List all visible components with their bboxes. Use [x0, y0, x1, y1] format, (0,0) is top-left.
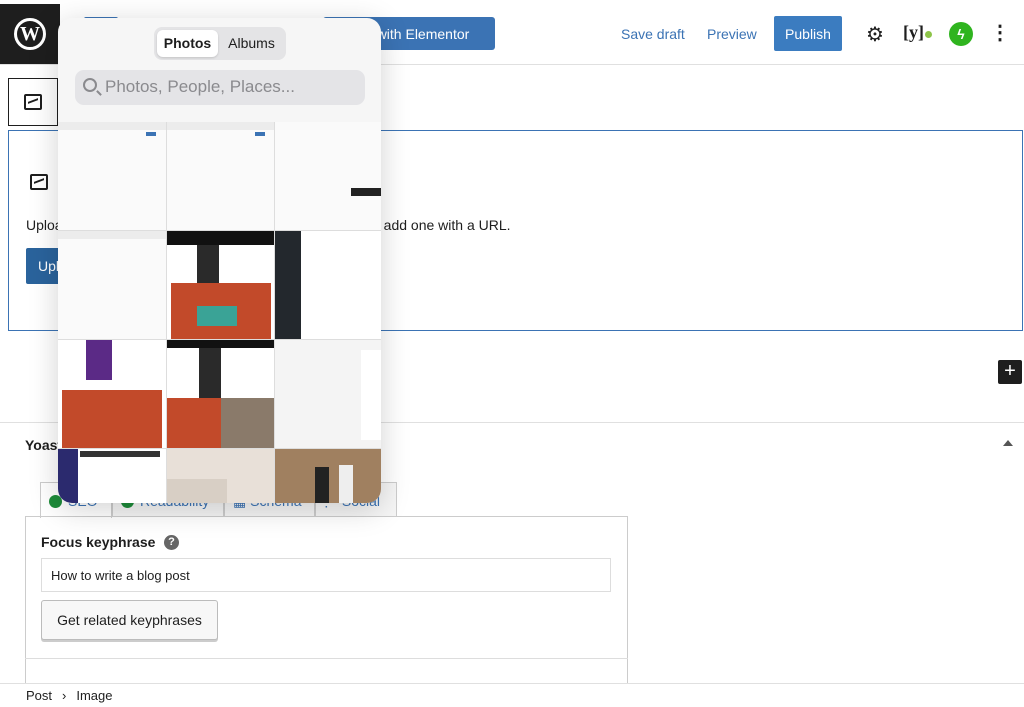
- photo-thumbnail[interactable]: [167, 449, 274, 503]
- preview-link[interactable]: Preview: [707, 26, 757, 42]
- photos-search-input[interactable]: Photos, People, Places...: [75, 70, 365, 105]
- photos-picker-popup: Photos Albums Photos, People, Places...: [58, 18, 381, 503]
- photo-thumbnail[interactable]: [275, 449, 381, 503]
- photo-thumbnail[interactable]: [58, 340, 166, 448]
- breadcrumb-post[interactable]: Post: [26, 688, 52, 703]
- get-related-keyphrases-button[interactable]: Get related keyphrases: [41, 600, 218, 640]
- breadcrumb-image[interactable]: Image: [76, 688, 112, 703]
- segment-albums[interactable]: Albums: [220, 30, 283, 57]
- photo-thumbnail[interactable]: [58, 449, 166, 503]
- photo-grid: [58, 122, 381, 503]
- photo-thumbnail[interactable]: [275, 122, 381, 230]
- photo-thumbnail[interactable]: [167, 231, 274, 339]
- photo-thumbnail[interactable]: [167, 340, 274, 448]
- collapse-caret-icon[interactable]: [1003, 440, 1013, 446]
- chevron-right-icon: ›: [62, 688, 67, 703]
- help-icon[interactable]: ?: [164, 535, 179, 550]
- search-icon: [83, 78, 97, 92]
- save-draft-link[interactable]: Save draft: [621, 26, 685, 42]
- search-placeholder: Photos, People, Places...: [105, 77, 295, 96]
- photo-thumbnail[interactable]: [58, 122, 166, 230]
- segmented-control: Photos Albums: [154, 27, 286, 60]
- focus-keyphrase-input[interactable]: [41, 558, 611, 592]
- yoast-icon[interactable]: [y]: [903, 22, 932, 43]
- block-type-button[interactable]: [8, 78, 58, 126]
- image-icon: [24, 94, 42, 110]
- breadcrumb: Post › Image: [0, 683, 1024, 707]
- segment-photos[interactable]: Photos: [157, 30, 218, 57]
- settings-gear-icon[interactable]: ⚙: [866, 22, 884, 47]
- jetpack-icon[interactable]: ϟ: [949, 22, 973, 46]
- photo-thumbnail[interactable]: [167, 122, 274, 230]
- photo-thumbnail[interactable]: [275, 340, 381, 448]
- wordpress-logo[interactable]: W: [0, 4, 60, 64]
- focus-keyphrase-label: Focus keyphrase: [41, 534, 156, 550]
- publish-button[interactable]: Publish: [774, 16, 842, 51]
- add-block-plus-icon[interactable]: +: [998, 360, 1022, 384]
- image-icon: [30, 174, 48, 190]
- photo-thumbnail[interactable]: [275, 231, 381, 339]
- photo-thumbnail[interactable]: [58, 231, 166, 339]
- divider: [25, 658, 628, 659]
- more-vertical-icon[interactable]: ⋮: [990, 20, 1010, 45]
